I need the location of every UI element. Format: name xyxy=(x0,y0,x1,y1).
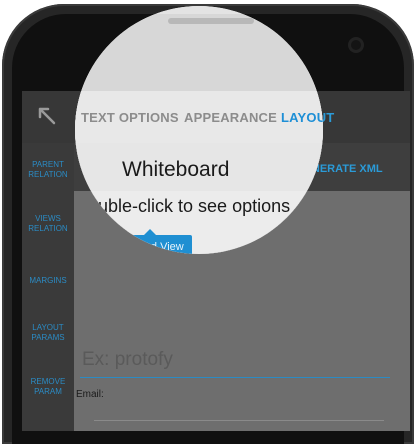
tab-appearance[interactable]: APPEARANCE xyxy=(184,110,277,125)
sidebar-item-remove-param[interactable]: REMOVE PARAM xyxy=(22,377,74,397)
whiteboard-header: Whiteboard xyxy=(75,143,323,191)
input-underline xyxy=(80,377,390,378)
back-arrow-icon[interactable] xyxy=(36,105,58,127)
spotlight-magnifier: TEXT OPTIONS APPEARANCE LAYOUT Whiteboar… xyxy=(75,6,323,254)
email-label: Email: xyxy=(76,389,104,400)
top-toolbar: TEXT OPTIONS APPEARANCE LAYOUT xyxy=(75,91,323,143)
sidebar-item-layout-params[interactable]: LAYOUT PARAMS xyxy=(22,323,74,343)
sidebar-item-parent-relation[interactable]: PARENT RELATION xyxy=(22,160,74,180)
sidebar: PARENT RELATION VIEWS RELATION MARGINS L… xyxy=(22,143,74,431)
sidebar-item-margins[interactable]: MARGINS xyxy=(22,276,74,286)
phone-camera xyxy=(348,37,364,53)
sidebar-item-views-relation[interactable]: VIEWS RELATION xyxy=(22,214,74,234)
app-screen: TEXT OPTIONS APPEARANCE LAYOUT Whiteboar… xyxy=(75,91,323,254)
email-underline xyxy=(94,420,384,421)
tab-layout[interactable]: LAYOUT xyxy=(281,110,323,125)
protofy-input[interactable]: Ex: protofy xyxy=(82,349,173,371)
tab-text-options[interactable]: TEXT OPTIONS xyxy=(81,110,179,125)
page-title: Whiteboard xyxy=(122,158,230,181)
hint-text: Double-click to see options xyxy=(75,196,291,216)
phone-speaker xyxy=(168,18,254,24)
selected-view[interactable]: Selected View xyxy=(106,229,192,254)
